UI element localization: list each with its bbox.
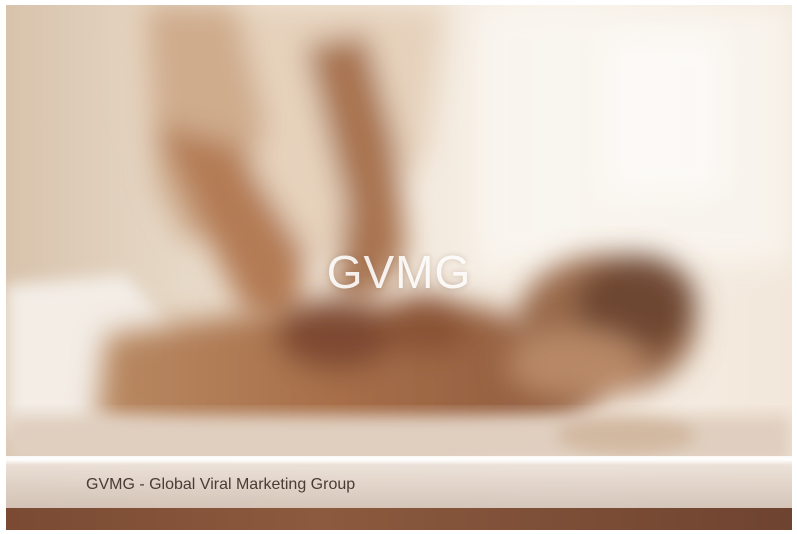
bottom-image-strip xyxy=(6,508,792,530)
hero-image-frame: GVMG GVMG - Global Viral Marketing Group xyxy=(6,5,792,530)
caption-text: GVMG - Global Viral Marketing Group xyxy=(86,476,356,493)
caption-bar: GVMG - Global Viral Marketing Group xyxy=(6,456,792,509)
hero-title: GVMG xyxy=(326,246,472,298)
